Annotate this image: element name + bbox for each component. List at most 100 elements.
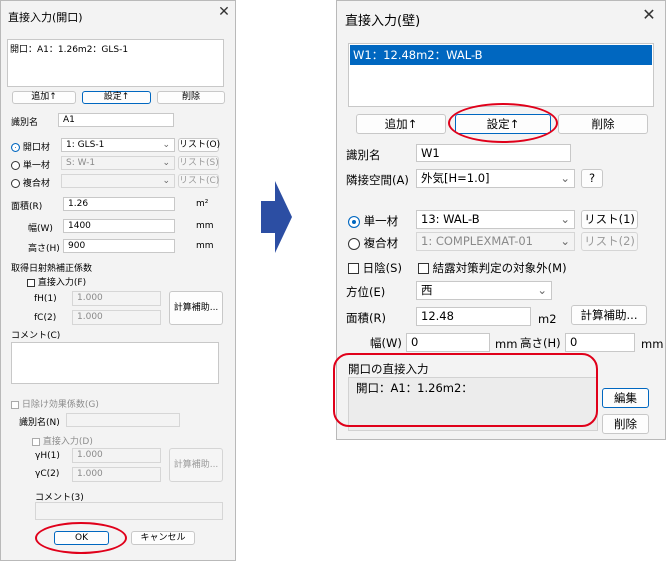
orientation-value: 西 (421, 283, 433, 297)
checkbox-icon[interactable] (348, 263, 359, 274)
checkbox-icon[interactable] (418, 263, 429, 274)
area-unit: m² (196, 199, 209, 209)
calc-assist-button-2[interactable]: 計算補助... (169, 448, 223, 482)
fc-input[interactable]: 1.000 (72, 310, 161, 325)
cancel-button[interactable]: キャンセル (131, 531, 195, 545)
direct-input-d-checkbox[interactable]: 直接入力(D) (32, 434, 93, 447)
single-material-label: 単一材 (363, 214, 399, 228)
list-item[interactable]: 開口：A1：1.26m2：GLS-1 (10, 42, 221, 55)
chevron-down-icon: ⌄ (162, 176, 170, 186)
radio-off-icon[interactable] (11, 161, 20, 170)
condensation-exclude-label: 結露対策判定の対象外(M) (432, 261, 567, 275)
shade-factor-checkbox[interactable]: 日除け効果係数(G) (11, 397, 99, 410)
list-item[interactable]: 開口：A1：1.26m2： (349, 378, 597, 398)
id2-input[interactable] (66, 413, 180, 427)
gc-input[interactable]: 1.000 (72, 467, 161, 482)
close-icon[interactable]: ✕ (638, 5, 660, 27)
opening-select-value: 1: GLS-1 (66, 140, 105, 150)
shade-label: 日陰(S) (362, 261, 402, 275)
gh-label: γH(1) (35, 451, 60, 461)
calc-assist-button[interactable]: 計算補助... (571, 305, 647, 325)
close-icon[interactable]: ✕ (215, 4, 233, 22)
add-button[interactable]: 追加↑ (356, 114, 446, 134)
list-item-selected[interactable]: W1：12.48m2：WAL-B (350, 45, 652, 65)
delete-button[interactable]: 削除 (157, 91, 225, 104)
orientation-select[interactable]: 西 ⌄ (416, 281, 552, 300)
width-input[interactable]: 1400 (63, 219, 175, 233)
id-input[interactable]: W1 (416, 144, 571, 162)
checkbox-icon[interactable] (11, 400, 19, 409)
direct-opening-list[interactable]: 開口：A1：1.26m2： (348, 377, 598, 431)
delete-opening-button[interactable]: 削除 (602, 414, 649, 434)
checkbox-icon[interactable] (27, 278, 35, 287)
adjacent-space-select[interactable]: 外気[H=1.0] ⌄ (416, 169, 575, 188)
id-input[interactable]: A1 (58, 113, 174, 127)
single-select[interactable]: S: W-1 ⌄ (61, 156, 175, 170)
adjacent-space-value: 外気[H=1.0] (421, 171, 490, 185)
set-button[interactable]: 設定↑ (82, 91, 151, 104)
help-button[interactable]: ? (581, 169, 603, 188)
radio-off-icon[interactable] (11, 179, 20, 188)
opening-direct-input-dialog: 直接入力(開口) ✕ 開口：A1：1.26m2：GLS-1 追加↑ 設定↑ 削除… (0, 0, 236, 561)
area-label: 面積(R) (11, 202, 43, 212)
height-input[interactable]: 0 (565, 333, 635, 352)
opening-radio[interactable]: 開口材 (11, 140, 50, 153)
list-s-button[interactable]: リスト(S) (178, 156, 219, 170)
chevron-down-icon: ⌄ (560, 212, 570, 226)
comment3-textarea[interactable] (35, 502, 223, 520)
fh-input[interactable]: 1.000 (72, 291, 161, 306)
gc-label: γC(2) (35, 469, 60, 479)
single-select-value: S: W-1 (66, 158, 96, 168)
width-label: 幅(W) (28, 224, 53, 234)
area-input[interactable]: 1.26 (63, 197, 175, 211)
radio-off-icon[interactable] (348, 237, 360, 250)
composite-select[interactable]: ⌄ (61, 174, 175, 188)
width-label: 幅(W) (370, 336, 402, 350)
direct-input-f-checkbox[interactable]: 直接入力(F) (27, 275, 86, 288)
single-radio[interactable]: 単一材 (11, 158, 50, 171)
comment-textarea[interactable] (11, 342, 219, 384)
adjacent-space-label: 隣接空間(A) (346, 173, 409, 187)
direct-input-d-label: 直接入力(D) (42, 437, 93, 447)
checkbox-icon[interactable] (32, 437, 40, 446)
calc-assist-button[interactable]: 計算補助... (169, 291, 223, 325)
delete-button[interactable]: 削除 (558, 114, 648, 134)
edit-button[interactable]: 編集 (602, 388, 649, 408)
area-unit: m2 (538, 312, 557, 326)
condensation-exclude-checkbox[interactable]: 結露対策判定の対象外(M) (418, 260, 567, 276)
wall-list[interactable]: W1：12.48m2：WAL-B (348, 43, 654, 107)
width-unit: mm (495, 337, 518, 351)
set-button[interactable]: 設定↑ (455, 114, 551, 134)
dialog-title: 直接入力(開口) (8, 11, 83, 24)
chevron-down-icon: ⌄ (560, 234, 570, 248)
gh-input[interactable]: 1.000 (72, 448, 161, 463)
single-material-radio[interactable]: 単一材 (348, 213, 398, 229)
radio-on-icon[interactable] (11, 143, 20, 152)
single-radio-label: 単一材 (22, 161, 50, 171)
fh-label: fH(1) (34, 294, 57, 304)
single-material-select[interactable]: 13: WAL-B ⌄ (416, 210, 575, 229)
opening-select[interactable]: 1: GLS-1 ⌄ (61, 138, 175, 152)
list-1-button[interactable]: リスト(1) (581, 210, 638, 229)
shade-checkbox[interactable]: 日陰(S) (348, 260, 402, 276)
area-label: 面積(R) (346, 311, 386, 325)
opening-list[interactable]: 開口：A1：1.26m2：GLS-1 (7, 39, 224, 87)
composite-material-select[interactable]: 1: COMPLEXMAT-01 ⌄ (416, 232, 575, 251)
direct-opening-header: 開口の直接入力 (348, 362, 429, 376)
list-c-button[interactable]: リスト(C) (178, 174, 219, 188)
add-button[interactable]: 追加↑ (12, 91, 76, 104)
ok-button[interactable]: OK (54, 531, 109, 545)
composite-material-radio[interactable]: 複合材 (348, 235, 398, 251)
width-input[interactable]: 0 (406, 333, 490, 352)
height-input[interactable]: 900 (63, 239, 175, 253)
list-o-button[interactable]: リスト(O) (178, 138, 220, 152)
solar-gain-label: 取得日射熱補正係数 (11, 264, 93, 274)
list-2-button[interactable]: リスト(2) (581, 232, 638, 251)
area-input[interactable]: 12.48 (416, 307, 531, 326)
composite-radio[interactable]: 複合材 (11, 176, 50, 189)
radio-on-icon[interactable] (348, 215, 360, 228)
composite-material-value: 1: COMPLEXMAT-01 (421, 234, 533, 248)
height-unit: mm (641, 337, 664, 351)
right-arrow-icon (258, 178, 294, 256)
height-unit: mm (196, 241, 214, 251)
